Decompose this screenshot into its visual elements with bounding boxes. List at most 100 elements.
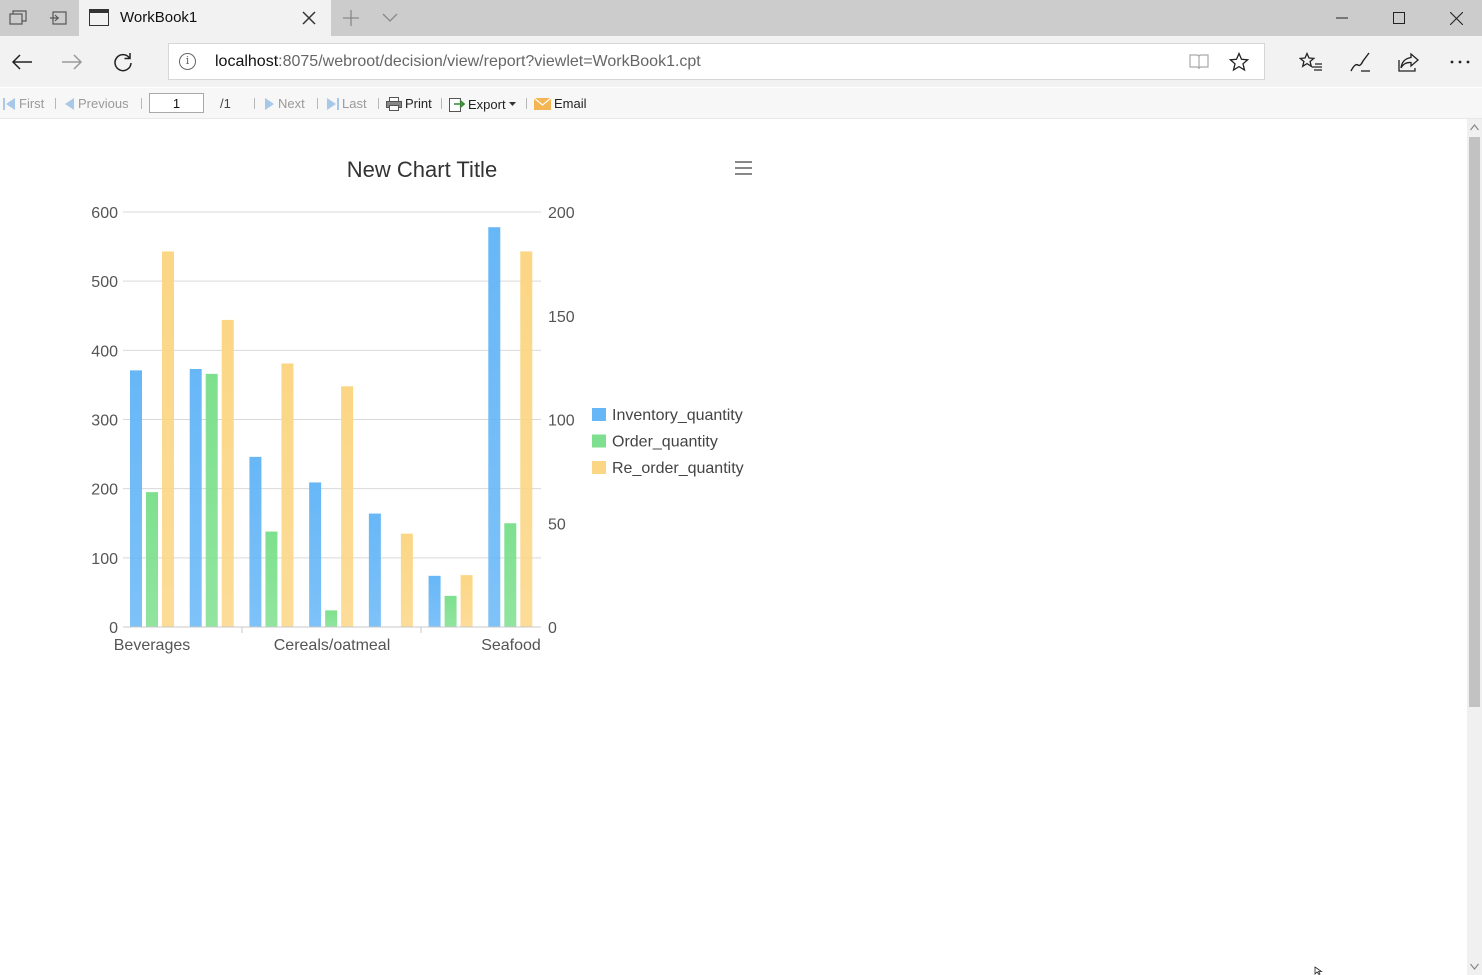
report-content: New Chart Title 0 100 200 300 400 500 600 0 50 10… bbox=[0, 119, 1467, 975]
bar-Re_order_quantity[interactable] bbox=[281, 363, 294, 627]
bar-Order_quantity[interactable] bbox=[265, 531, 278, 627]
scroll-up-icon[interactable] bbox=[1470, 123, 1479, 132]
legend-swatch bbox=[592, 434, 606, 448]
vertical-scrollbar[interactable] bbox=[1467, 119, 1482, 975]
address-bar[interactable]: i localhost:8075/webroot/decision/view/r… bbox=[168, 43, 1265, 80]
right-axis-tick-label: 150 bbox=[548, 309, 575, 326]
bar-Inventory_quantity[interactable] bbox=[428, 575, 441, 627]
more-options-icon[interactable] bbox=[1442, 44, 1478, 80]
bar-Order_quantity[interactable] bbox=[444, 595, 457, 627]
legend-label: Re_order_quantity bbox=[612, 460, 744, 477]
left-axis-tick-label: 100 bbox=[91, 551, 118, 568]
page-total: /1 bbox=[220, 96, 231, 111]
bar-Re_order_quantity[interactable] bbox=[460, 575, 473, 627]
legend-item-Order_quantity[interactable]: Order_quantity bbox=[592, 434, 718, 451]
reading-view-icon[interactable] bbox=[1186, 50, 1212, 74]
legend-label: Order_quantity bbox=[612, 434, 718, 451]
browser-title-bar: WorkBook1 bbox=[0, 0, 1482, 36]
x-axis-tick-label: Beverages bbox=[114, 637, 191, 654]
left-axis-tick-label: 200 bbox=[91, 482, 118, 499]
toolbar-divider bbox=[526, 98, 527, 109]
bar-Inventory_quantity[interactable] bbox=[249, 456, 262, 627]
tab-title: WorkBook1 bbox=[120, 9, 198, 26]
first-page-button[interactable]: First bbox=[3, 96, 44, 111]
toolbar-divider bbox=[254, 98, 255, 109]
address-url[interactable]: localhost:8075/webroot/decision/view/rep… bbox=[215, 53, 701, 71]
left-axis-tick-label: 400 bbox=[91, 343, 118, 360]
printer-icon bbox=[386, 96, 402, 111]
chart-title: New Chart Title bbox=[347, 157, 497, 182]
caret-down-icon bbox=[508, 102, 516, 106]
email-button[interactable]: Email bbox=[534, 96, 587, 111]
toolbar-divider bbox=[141, 98, 142, 109]
scrollbar-thumb[interactable] bbox=[1469, 137, 1480, 707]
pen-notes-icon[interactable] bbox=[1342, 44, 1378, 80]
mouse-cursor-icon bbox=[1314, 966, 1323, 975]
export-button[interactable]: Export bbox=[449, 96, 516, 112]
last-page-button[interactable]: Last bbox=[326, 96, 367, 111]
share-icon[interactable] bbox=[1391, 44, 1427, 80]
legend-item-Re_order_quantity[interactable]: Re_order_quantity bbox=[592, 460, 744, 477]
bar-Inventory_quantity[interactable] bbox=[368, 513, 381, 627]
bar-Inventory_quantity[interactable] bbox=[130, 370, 142, 627]
back-arrow-icon[interactable] bbox=[4, 44, 40, 80]
report-toolbar: First Previous /1 Next Last Print Export… bbox=[0, 88, 1482, 119]
previous-page-icon bbox=[65, 97, 74, 110]
first-page-icon bbox=[3, 97, 15, 110]
next-page-icon bbox=[265, 97, 274, 110]
bar-Order_quantity[interactable] bbox=[504, 523, 517, 627]
x-axis-tick-label: Cereals/oatmeal bbox=[274, 637, 391, 654]
bar-Order_quantity[interactable] bbox=[146, 492, 158, 627]
left-axis-tick-label: 600 bbox=[91, 205, 118, 222]
print-button[interactable]: Print bbox=[386, 96, 432, 111]
close-tab-icon[interactable] bbox=[297, 6, 321, 30]
toolbar-divider bbox=[317, 98, 318, 109]
scroll-down-icon[interactable] bbox=[1470, 962, 1479, 971]
right-axis-tick-label: 200 bbox=[548, 205, 575, 222]
tab-workbook1[interactable]: WorkBook1 bbox=[79, 0, 331, 36]
export-icon bbox=[449, 98, 465, 112]
bar-Re_order_quantity[interactable] bbox=[520, 251, 533, 628]
x-axis-tick-label: Seafood bbox=[481, 637, 541, 654]
legend-swatch bbox=[592, 408, 606, 421]
minimize-icon[interactable] bbox=[1314, 0, 1370, 36]
site-info-icon[interactable]: i bbox=[179, 53, 196, 70]
next-page-button[interactable]: Next bbox=[264, 96, 305, 111]
bar-Re_order_quantity[interactable] bbox=[221, 319, 234, 627]
set-aside-tabs-icon[interactable] bbox=[40, 0, 76, 36]
forward-arrow-icon[interactable] bbox=[54, 44, 90, 80]
bar-Re_order_quantity[interactable] bbox=[400, 533, 413, 627]
bar-Inventory_quantity[interactable] bbox=[488, 227, 501, 627]
envelope-icon bbox=[534, 97, 551, 110]
page-icon bbox=[89, 9, 109, 26]
toolbar-divider bbox=[441, 98, 442, 109]
right-axis-tick-label: 0 bbox=[548, 620, 557, 637]
left-axis-tick-label: 500 bbox=[91, 274, 118, 291]
left-axis-tick-label: 0 bbox=[109, 620, 118, 637]
page-number-input[interactable] bbox=[149, 93, 204, 113]
right-axis-tick-label: 100 bbox=[548, 413, 575, 430]
right-axis-tick-label: 50 bbox=[548, 516, 566, 533]
close-window-icon[interactable] bbox=[1428, 0, 1482, 36]
bar-Re_order_quantity[interactable] bbox=[162, 251, 174, 628]
bar-Re_order_quantity[interactable] bbox=[341, 386, 354, 627]
maximize-icon[interactable] bbox=[1371, 0, 1427, 36]
chart-menu-icon[interactable] bbox=[732, 157, 756, 179]
bar-chart: New Chart Title 0 100 200 300 400 500 600 0 50 10… bbox=[91, 157, 756, 654]
previous-page-button[interactable]: Previous bbox=[64, 96, 129, 111]
legend-swatch bbox=[592, 461, 606, 474]
bar-Order_quantity[interactable] bbox=[205, 373, 218, 627]
favorite-star-icon[interactable] bbox=[1226, 50, 1252, 74]
toolbar-divider bbox=[55, 98, 56, 109]
new-tab-icon[interactable] bbox=[333, 0, 369, 36]
bar-Inventory_quantity[interactable] bbox=[189, 369, 202, 627]
refresh-icon[interactable] bbox=[105, 44, 141, 80]
tab-list-chevron-icon[interactable] bbox=[372, 0, 408, 36]
toolbar-divider bbox=[378, 98, 379, 109]
last-page-icon bbox=[327, 97, 339, 110]
favorites-list-icon[interactable] bbox=[1293, 44, 1329, 80]
tab-actions-icon[interactable] bbox=[0, 0, 36, 36]
bar-Order_quantity[interactable] bbox=[325, 610, 338, 627]
bar-Inventory_quantity[interactable] bbox=[309, 482, 322, 627]
legend-item-Inventory_quantity[interactable]: Inventory_quantity bbox=[592, 407, 743, 424]
